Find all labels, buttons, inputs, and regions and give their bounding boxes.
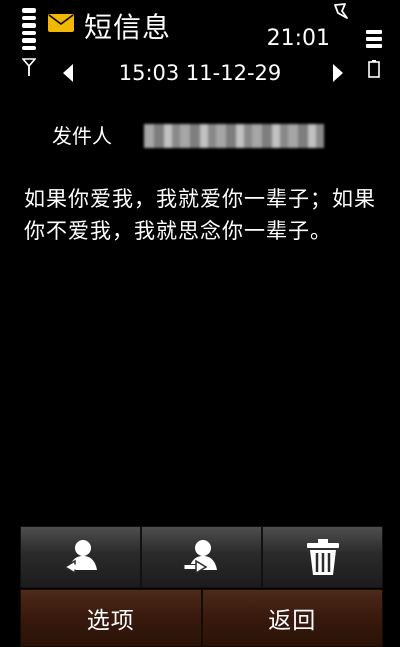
- toolbar: [20, 526, 383, 588]
- battery-level-icon: [366, 30, 382, 52]
- contact-reply-icon: [63, 540, 97, 575]
- sender-label: 发件人: [52, 124, 112, 148]
- app-title: 短信息: [84, 11, 172, 44]
- alarm-icon: [334, 3, 348, 19]
- envelope-icon: [48, 14, 74, 32]
- next-arrow-icon[interactable]: [332, 64, 344, 82]
- delete-button[interactable]: [262, 526, 383, 588]
- trash-icon: [306, 539, 339, 575]
- message-body: 如果你爱我，我就爱你一辈子；如果你不爱我，我就思念你一辈子。: [24, 187, 376, 243]
- sender-name-redacted: [144, 124, 324, 148]
- back-softkey[interactable]: 返回: [201, 589, 383, 647]
- reply-button[interactable]: [20, 526, 141, 588]
- clock: 21:01: [266, 26, 330, 51]
- contact-forward-icon: [183, 540, 217, 575]
- options-softkey[interactable]: 选项: [20, 589, 202, 647]
- forward-button[interactable]: [141, 526, 262, 588]
- signal-strength-icon: [22, 8, 36, 50]
- softkey-bar: 选项 返回: [20, 589, 383, 647]
